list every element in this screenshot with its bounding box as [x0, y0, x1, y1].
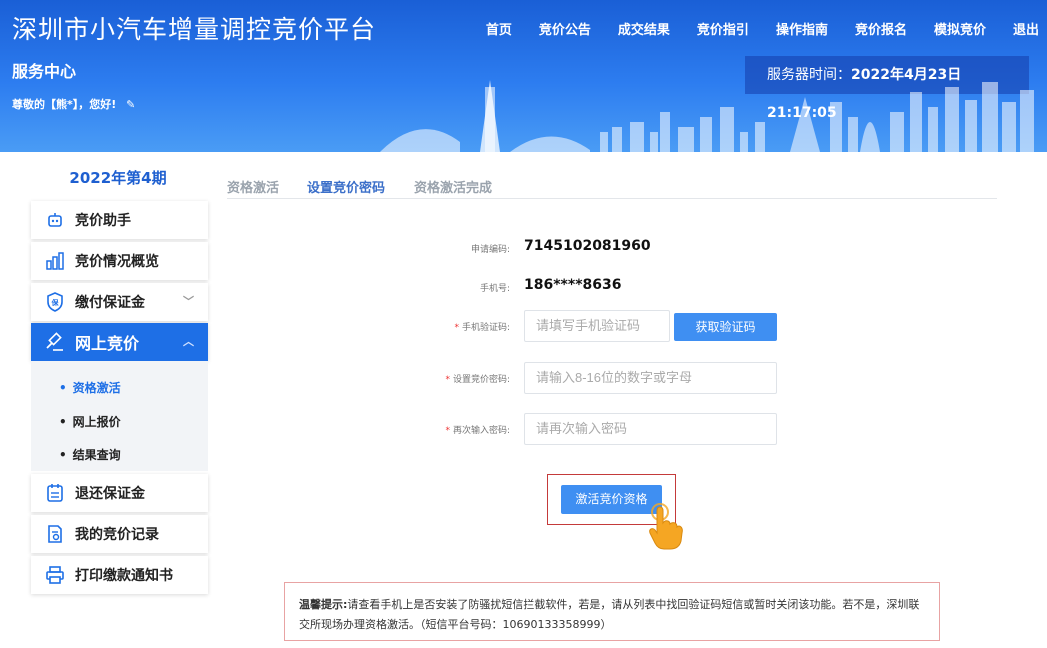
nav-registration[interactable]: 竞价报名	[855, 19, 907, 38]
svg-text:保: 保	[51, 298, 60, 307]
required-asterisk: *	[445, 426, 450, 436]
pointing-hand-icon	[649, 503, 683, 550]
sms-code-input[interactable]: 请填写手机验证码	[524, 310, 670, 342]
edit-pencil-icon[interactable]: ✎	[126, 98, 135, 111]
nav-results[interactable]: 成交结果	[618, 19, 670, 38]
gavel-icon	[45, 332, 65, 352]
nav-bid-announcement[interactable]: 竞价公告	[539, 19, 591, 38]
sidebar-item-bid-overview[interactable]: 竞价情况概览	[31, 242, 208, 280]
sidebar-item-my-bid-records[interactable]: 我的竞价记录	[31, 515, 208, 553]
sidebar-item-refund-deposit[interactable]: 退还保证金	[31, 474, 208, 512]
sidebar-item-label: 打印缴款通知书	[75, 568, 173, 584]
nav-home[interactable]: 首页	[486, 19, 512, 38]
bid-period: 2022年第4期	[69, 169, 167, 187]
warm-tip-notice: 温馨提示:请查看手机上是否安装了防骚扰短信拦截软件，若是，请从列表中找回验证码短…	[284, 582, 940, 641]
tab-qualification-activation[interactable]: 资格激活	[227, 177, 279, 196]
get-code-button[interactable]: 获取验证码	[674, 313, 777, 341]
top-nav: 首页 竞价公告 成交结果 竞价指引 操作指南 竞价报名 模拟竞价 退出	[459, 19, 1039, 38]
sidebar-item-bid-assistant[interactable]: 竞价助手	[31, 201, 208, 239]
confirm-password-input[interactable]: 请再次输入密码	[524, 413, 777, 445]
chevron-down-icon: ﹀	[183, 295, 194, 308]
sidebar-item-label: 我的竞价记录	[75, 527, 159, 543]
nav-logout[interactable]: 退出	[1013, 19, 1039, 38]
submenu-item-qualification-activation[interactable]: 资格激活	[59, 379, 121, 396]
phone-label: 手机号:	[479, 284, 510, 294]
site-title: 深圳市小汽车增量调控竞价平台	[12, 15, 377, 44]
shield-deposit-icon: 保	[45, 292, 65, 312]
printer-icon	[45, 565, 65, 585]
sidebar-item-label: 退还保证金	[75, 486, 145, 502]
bar-chart-icon	[45, 251, 65, 271]
tab-activation-complete[interactable]: 资格激活完成	[414, 177, 492, 196]
application-code-label: 申请编码:	[470, 245, 510, 255]
sidebar-item-label: 网上竞价	[75, 334, 140, 353]
sidebar-item-online-bidding[interactable]: 网上竞价 ︿	[31, 323, 208, 361]
bid-password-label: * 设置竞价密码:	[400, 372, 510, 385]
sms-code-label: * 手机验证码:	[400, 320, 510, 333]
sidebar-item-pay-deposit[interactable]: 保 缴付保证金 ﹀	[31, 283, 208, 321]
robot-icon	[45, 210, 65, 230]
sidebar-item-label: 竞价情况概览	[75, 254, 159, 270]
bid-password-input[interactable]: 请输入8-16位的数字或字母	[524, 362, 777, 394]
sms-code-label-text: 手机验证码:	[461, 323, 510, 333]
nav-bid-guide[interactable]: 竞价指引	[697, 19, 749, 38]
sidebar-item-label: 缴付保证金	[75, 295, 145, 311]
bid-password-label-text: 设置竞价密码:	[452, 375, 510, 385]
submenu-item-online-quote[interactable]: 网上报价	[59, 413, 121, 430]
calendar-refund-icon	[45, 483, 65, 503]
sidebar-item-print-payment-notice[interactable]: 打印缴款通知书	[31, 556, 208, 594]
notice-title: 温馨提示:	[299, 598, 348, 611]
confirm-password-label: * 再次输入密码:	[400, 423, 510, 436]
required-asterisk: *	[454, 323, 459, 333]
nav-simulated-bid[interactable]: 模拟竞价	[934, 19, 986, 38]
header-banner: 深圳市小汽车增量调控竞价平台 首页 竞价公告 成交结果 竞价指引 操作指南 竞价…	[0, 0, 1047, 152]
chevron-up-icon: ︿	[183, 335, 194, 348]
required-asterisk: *	[445, 375, 450, 385]
tab-set-bid-password[interactable]: 设置竞价密码	[307, 177, 385, 196]
submenu-item-result-query[interactable]: 结果查询	[59, 446, 121, 463]
service-center-title: 服务中心	[12, 62, 77, 81]
online-bidding-submenu: 资格激活 网上报价 结果查询	[31, 361, 208, 471]
city-skyline-illustration	[380, 80, 1034, 152]
greeting-text: 尊敬的【熊*】，您好!	[12, 98, 117, 111]
record-search-icon	[45, 524, 65, 544]
phone-value: 186****8636	[524, 277, 622, 293]
application-code-value: 7145102081960	[524, 238, 651, 254]
step-tabs: 资格激活 设置竞价密码 资格激活完成	[227, 177, 997, 199]
sidebar-item-label: 竞价助手	[75, 213, 131, 229]
user-greeting: 尊敬的【熊*】，您好! ✎	[12, 96, 135, 112]
confirm-password-label-text: 再次输入密码:	[452, 426, 510, 436]
nav-operation-guide[interactable]: 操作指南	[776, 19, 828, 38]
notice-body: 请查看手机上是否安装了防骚扰短信拦截软件，若是，请从列表中找回验证码短信或暂时关…	[299, 598, 920, 631]
